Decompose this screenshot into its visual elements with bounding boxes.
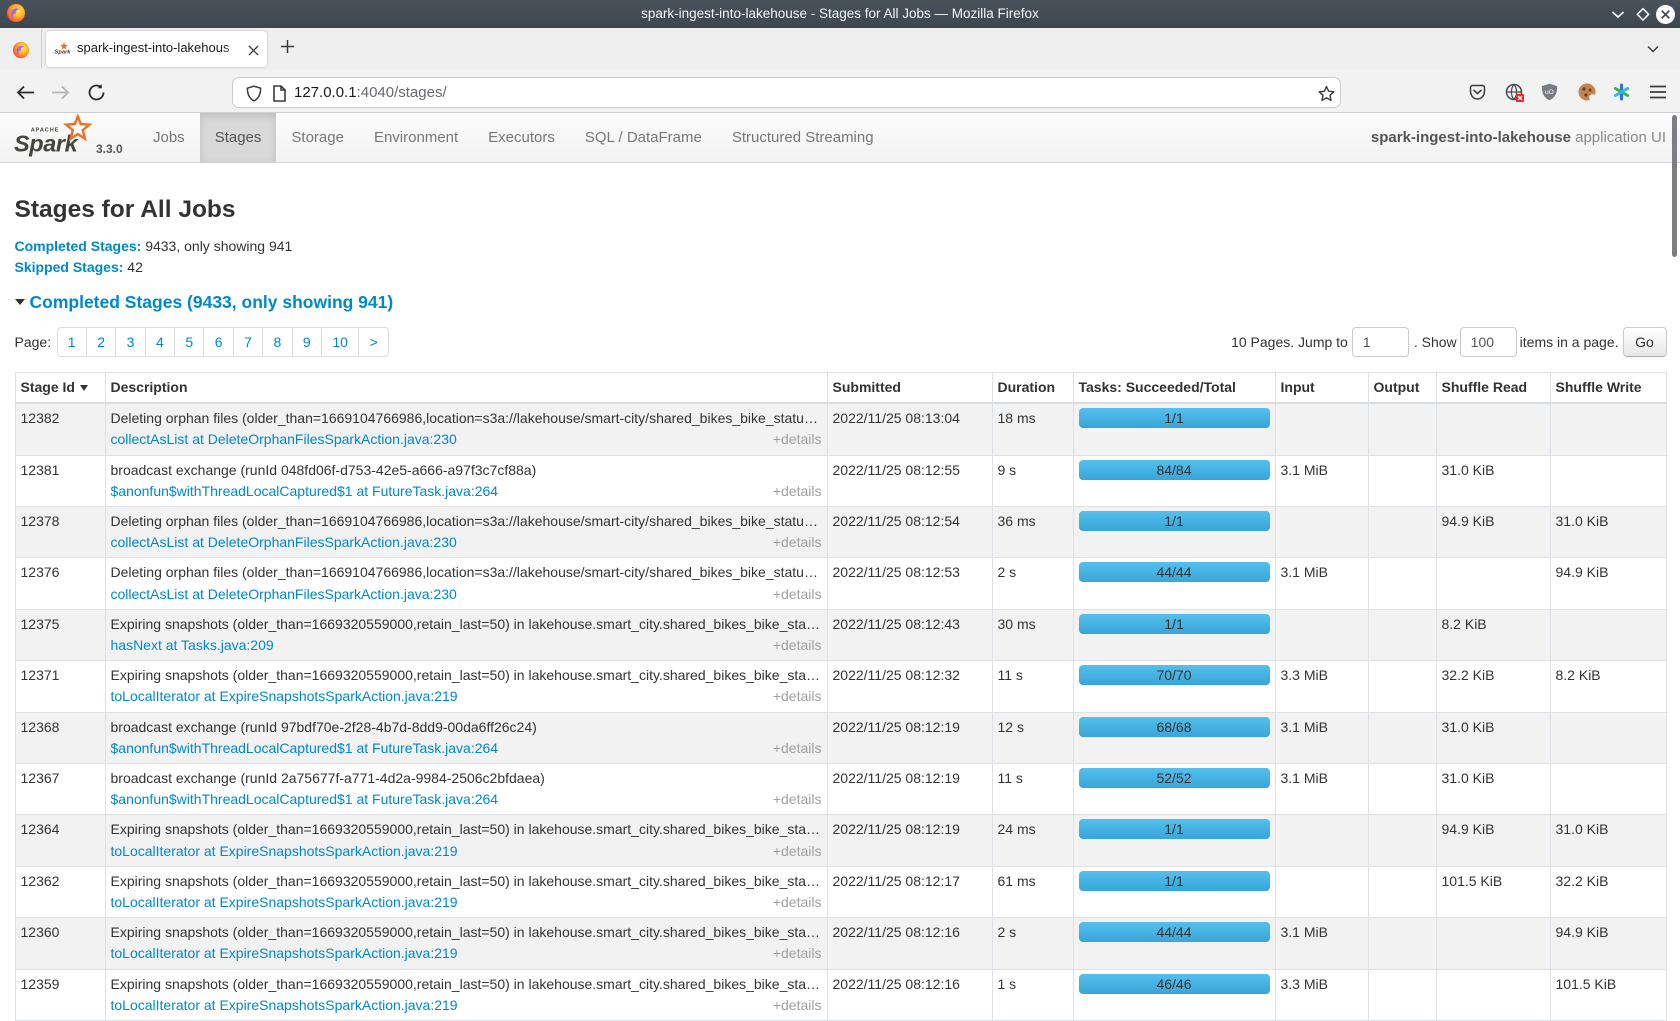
svg-text:Spark: Spark	[55, 50, 72, 56]
svg-text:uO: uO	[1545, 89, 1554, 96]
svg-text:Spark: Spark	[14, 131, 80, 157]
